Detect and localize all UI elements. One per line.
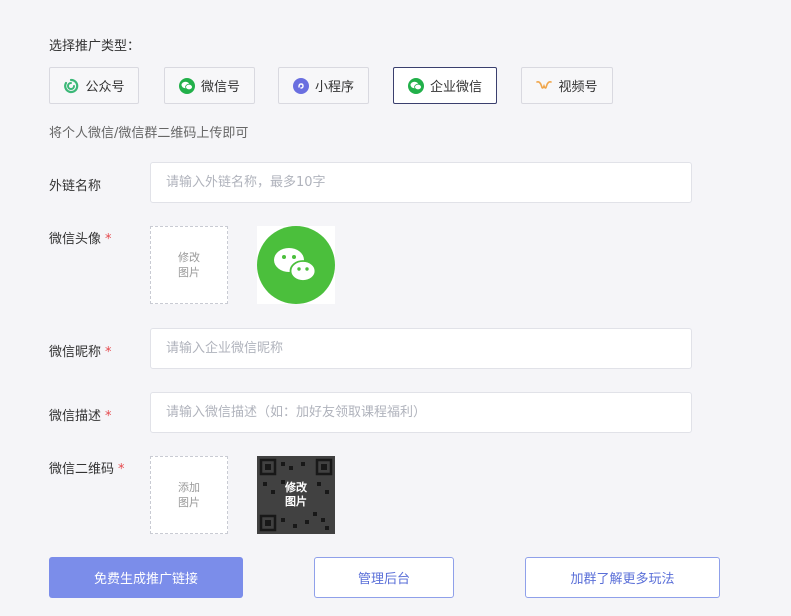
work-wechat-icon xyxy=(407,77,424,94)
type-wechat[interactable]: 微信号 xyxy=(164,67,255,104)
type-label: 视频号 xyxy=(558,80,598,95)
type-official-account[interactable]: 公众号 xyxy=(49,67,139,104)
qrcode-modify-overlay[interactable]: 修改 图片 xyxy=(257,456,335,534)
join-group-button[interactable]: 加群了解更多玩法 xyxy=(525,557,720,598)
avatar-preview xyxy=(257,226,335,304)
type-channels[interactable]: 视频号 xyxy=(521,67,613,104)
type-label: 微信号 xyxy=(200,80,240,95)
nickname-label: 微信昵称 * xyxy=(49,345,112,360)
description-label: 微信描述 * xyxy=(49,409,112,424)
upload-text: 修改 xyxy=(178,251,200,264)
qrcode-preview[interactable]: 修改 图片 xyxy=(257,456,335,534)
required-mark: * xyxy=(105,409,112,424)
type-label: 小程序 xyxy=(314,80,354,95)
type-label: 公众号 xyxy=(85,80,125,95)
required-mark: * xyxy=(105,232,112,247)
promo-hint: 将个人微信/微信群二维码上传即可 xyxy=(49,126,249,141)
type-label: 企业微信 xyxy=(429,80,482,95)
overlay-text: 修改 xyxy=(285,481,307,494)
upload-text: 图片 xyxy=(178,266,200,279)
upload-text: 添加 xyxy=(178,481,200,494)
qrcode-upload[interactable]: 添加 图片 xyxy=(150,456,228,534)
wechat-logo-icon xyxy=(257,226,335,304)
link-name-input[interactable] xyxy=(150,162,692,203)
link-name-label: 外链名称 xyxy=(49,179,102,194)
qrcode-label: 微信二维码 * xyxy=(49,462,125,477)
wechat-icon xyxy=(178,77,195,94)
generate-link-button[interactable]: 免费生成推广链接 xyxy=(49,557,243,598)
nickname-input[interactable] xyxy=(150,328,692,369)
type-miniprogram[interactable]: 小程序 xyxy=(278,67,369,104)
type-work-wechat[interactable]: 企业微信 xyxy=(393,67,497,104)
overlay-text: 图片 xyxy=(285,495,307,508)
miniprogram-icon xyxy=(292,77,309,94)
avatar-label: 微信头像 * xyxy=(49,232,112,247)
description-input[interactable] xyxy=(150,392,692,433)
official-account-icon xyxy=(63,78,79,94)
channels-icon xyxy=(536,78,553,94)
admin-button[interactable]: 管理后台 xyxy=(314,557,454,598)
upload-text: 图片 xyxy=(178,496,200,509)
promo-type-label: 选择推广类型： xyxy=(49,39,141,54)
avatar-upload[interactable]: 修改 图片 xyxy=(150,226,228,304)
required-mark: * xyxy=(105,345,112,360)
required-mark: * xyxy=(118,462,125,477)
